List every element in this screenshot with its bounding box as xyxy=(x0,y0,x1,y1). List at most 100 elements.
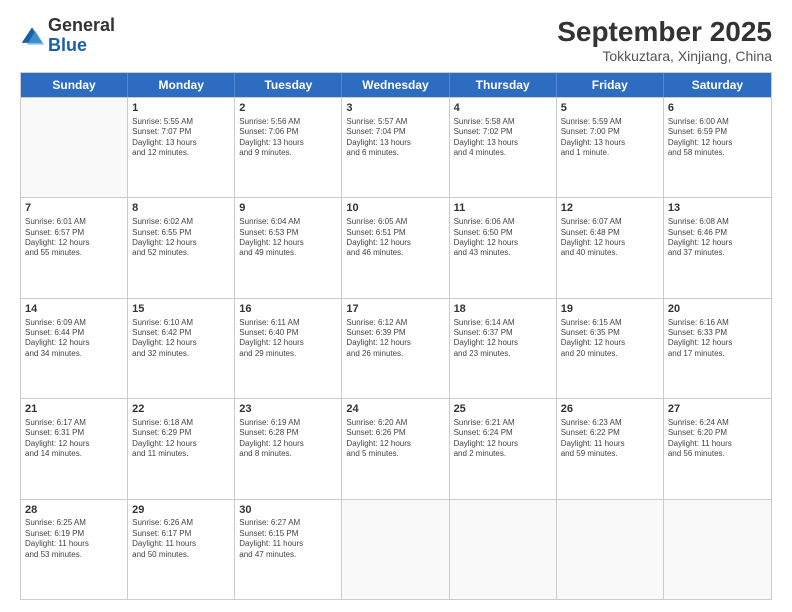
cell-info: Daylight: 12 hours xyxy=(454,439,552,449)
cell-info: Sunrise: 6:10 AM xyxy=(132,318,230,328)
cell-info: Daylight: 11 hours xyxy=(668,439,767,449)
cell-info: Sunset: 6:24 PM xyxy=(454,428,552,438)
header-day-monday: Monday xyxy=(128,73,235,97)
cell-info: Sunset: 6:42 PM xyxy=(132,328,230,338)
calendar-cell: 12Sunrise: 6:07 AMSunset: 6:48 PMDayligh… xyxy=(557,198,664,297)
calendar-row-2: 14Sunrise: 6:09 AMSunset: 6:44 PMDayligh… xyxy=(21,298,771,398)
calendar-cell: 2Sunrise: 5:56 AMSunset: 7:06 PMDaylight… xyxy=(235,98,342,197)
calendar-cell: 15Sunrise: 6:10 AMSunset: 6:42 PMDayligh… xyxy=(128,299,235,398)
cell-info: and 1 minute. xyxy=(561,148,659,158)
cell-info: and 53 minutes. xyxy=(25,550,123,560)
cell-info: Sunrise: 5:57 AM xyxy=(346,117,444,127)
cell-info: Sunset: 6:57 PM xyxy=(25,228,123,238)
cell-info: and 52 minutes. xyxy=(132,248,230,258)
cell-info: Daylight: 13 hours xyxy=(239,138,337,148)
cell-info: Daylight: 12 hours xyxy=(454,238,552,248)
logo: General Blue xyxy=(20,16,115,56)
day-number: 3 xyxy=(346,101,444,116)
day-number: 18 xyxy=(454,302,552,317)
cell-info: Sunset: 6:17 PM xyxy=(132,529,230,539)
logo-icon xyxy=(20,24,44,48)
calendar-cell xyxy=(664,500,771,599)
cell-info: Sunrise: 6:12 AM xyxy=(346,318,444,328)
cell-info: and 40 minutes. xyxy=(561,248,659,258)
cell-info: Sunset: 6:31 PM xyxy=(25,428,123,438)
cell-info: Sunset: 6:37 PM xyxy=(454,328,552,338)
header-day-friday: Friday xyxy=(557,73,664,97)
calendar-body: 1Sunrise: 5:55 AMSunset: 7:07 PMDaylight… xyxy=(21,97,771,599)
calendar-cell: 3Sunrise: 5:57 AMSunset: 7:04 PMDaylight… xyxy=(342,98,449,197)
calendar-cell: 20Sunrise: 6:16 AMSunset: 6:33 PMDayligh… xyxy=(664,299,771,398)
cell-info: Daylight: 13 hours xyxy=(346,138,444,148)
cell-info: and 29 minutes. xyxy=(239,349,337,359)
day-number: 25 xyxy=(454,402,552,417)
calendar-cell: 13Sunrise: 6:08 AMSunset: 6:46 PMDayligh… xyxy=(664,198,771,297)
calendar-cell: 26Sunrise: 6:23 AMSunset: 6:22 PMDayligh… xyxy=(557,399,664,498)
cell-info: Daylight: 12 hours xyxy=(132,338,230,348)
cell-info: Sunset: 6:20 PM xyxy=(668,428,767,438)
header-day-saturday: Saturday xyxy=(664,73,771,97)
cell-info: Daylight: 12 hours xyxy=(25,238,123,248)
cell-info: Sunrise: 6:20 AM xyxy=(346,418,444,428)
cell-info: Sunrise: 6:06 AM xyxy=(454,217,552,227)
cell-info: Daylight: 12 hours xyxy=(25,439,123,449)
day-number: 19 xyxy=(561,302,659,317)
calendar-row-1: 7Sunrise: 6:01 AMSunset: 6:57 PMDaylight… xyxy=(21,197,771,297)
cell-info: Sunset: 6:19 PM xyxy=(25,529,123,539)
day-number: 6 xyxy=(668,101,767,116)
cell-info: Sunrise: 6:01 AM xyxy=(25,217,123,227)
calendar-cell: 6Sunrise: 6:00 AMSunset: 6:59 PMDaylight… xyxy=(664,98,771,197)
location-subtitle: Tokkuztara, Xinjiang, China xyxy=(557,48,772,64)
day-number: 22 xyxy=(132,402,230,417)
day-number: 30 xyxy=(239,503,337,518)
calendar-cell: 19Sunrise: 6:15 AMSunset: 6:35 PMDayligh… xyxy=(557,299,664,398)
cell-info: Sunset: 6:33 PM xyxy=(668,328,767,338)
calendar-header: SundayMondayTuesdayWednesdayThursdayFrid… xyxy=(21,73,771,97)
cell-info: Sunset: 6:40 PM xyxy=(239,328,337,338)
cell-info: Daylight: 12 hours xyxy=(239,338,337,348)
day-number: 4 xyxy=(454,101,552,116)
calendar-row-4: 28Sunrise: 6:25 AMSunset: 6:19 PMDayligh… xyxy=(21,499,771,599)
cell-info: Daylight: 12 hours xyxy=(25,338,123,348)
cell-info: and 47 minutes. xyxy=(239,550,337,560)
day-number: 11 xyxy=(454,201,552,216)
calendar-cell: 30Sunrise: 6:27 AMSunset: 6:15 PMDayligh… xyxy=(235,500,342,599)
cell-info: Daylight: 12 hours xyxy=(239,238,337,248)
cell-info: and 23 minutes. xyxy=(454,349,552,359)
cell-info: Daylight: 13 hours xyxy=(132,138,230,148)
calendar-cell: 10Sunrise: 6:05 AMSunset: 6:51 PMDayligh… xyxy=(342,198,449,297)
calendar-page: General Blue September 2025 Tokkuztara, … xyxy=(0,0,792,612)
cell-info: Daylight: 11 hours xyxy=(132,539,230,549)
cell-info: Sunset: 6:44 PM xyxy=(25,328,123,338)
calendar-cell: 23Sunrise: 6:19 AMSunset: 6:28 PMDayligh… xyxy=(235,399,342,498)
cell-info: Daylight: 13 hours xyxy=(454,138,552,148)
logo-general: General xyxy=(48,15,115,35)
calendar-cell xyxy=(450,500,557,599)
day-number: 2 xyxy=(239,101,337,116)
day-number: 1 xyxy=(132,101,230,116)
calendar-cell: 7Sunrise: 6:01 AMSunset: 6:57 PMDaylight… xyxy=(21,198,128,297)
cell-info: Daylight: 12 hours xyxy=(132,439,230,449)
cell-info: and 8 minutes. xyxy=(239,449,337,459)
header-day-sunday: Sunday xyxy=(21,73,128,97)
cell-info: and 6 minutes. xyxy=(346,148,444,158)
cell-info: and 14 minutes. xyxy=(25,449,123,459)
cell-info: and 46 minutes. xyxy=(346,248,444,258)
cell-info: Sunset: 7:06 PM xyxy=(239,127,337,137)
day-number: 8 xyxy=(132,201,230,216)
cell-info: and 49 minutes. xyxy=(239,248,337,258)
calendar-cell: 9Sunrise: 6:04 AMSunset: 6:53 PMDaylight… xyxy=(235,198,342,297)
calendar-cell: 1Sunrise: 5:55 AMSunset: 7:07 PMDaylight… xyxy=(128,98,235,197)
header-day-thursday: Thursday xyxy=(450,73,557,97)
cell-info: Sunrise: 6:05 AM xyxy=(346,217,444,227)
cell-info: Sunrise: 6:18 AM xyxy=(132,418,230,428)
cell-info: Daylight: 13 hours xyxy=(561,138,659,148)
cell-info: Daylight: 12 hours xyxy=(346,338,444,348)
cell-info: Sunset: 6:51 PM xyxy=(346,228,444,238)
calendar-cell: 17Sunrise: 6:12 AMSunset: 6:39 PMDayligh… xyxy=(342,299,449,398)
cell-info: Sunset: 6:53 PM xyxy=(239,228,337,238)
header-day-wednesday: Wednesday xyxy=(342,73,449,97)
cell-info: Sunrise: 6:19 AM xyxy=(239,418,337,428)
cell-info: Daylight: 12 hours xyxy=(561,338,659,348)
cell-info: Sunrise: 6:27 AM xyxy=(239,518,337,528)
